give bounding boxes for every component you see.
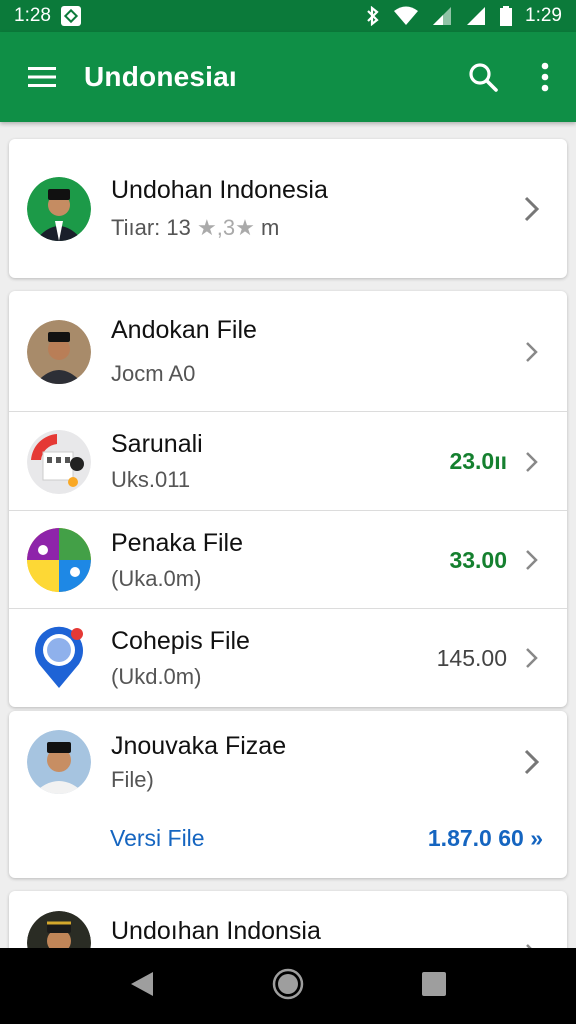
rating-stars: ★,3★ — [197, 215, 255, 240]
version-card[interactable]: Jnouvaka Fizae File) Versi File 1.87.0 6… — [9, 711, 567, 878]
avatar — [27, 730, 91, 794]
more-vert-icon — [541, 62, 549, 92]
avatar — [27, 319, 91, 384]
avatar — [27, 429, 91, 494]
list-item[interactable]: Andokan File Jocm A0 — [9, 291, 567, 412]
profile-meta-prefix: Tiıar: 13 — [111, 215, 191, 240]
menu-button[interactable] — [0, 32, 84, 122]
item-subtitle: Jocm A0 — [111, 361, 196, 386]
map-pin-icon — [27, 626, 91, 690]
avatar — [27, 528, 91, 592]
item-title: Sarunali — [111, 430, 203, 458]
chevron-right-icon — [517, 194, 547, 224]
item-title: Andokan File — [111, 316, 257, 344]
search-button[interactable] — [452, 32, 514, 122]
avatar — [27, 176, 91, 241]
item-amount: 23.0ıı — [449, 448, 507, 474]
hamburger-icon — [28, 67, 56, 87]
wifi-icon — [394, 6, 419, 25]
list-item[interactable]: Sarunali Uks.011 23.0ıı — [9, 412, 567, 511]
signal-icon — [433, 7, 452, 25]
bluetooth-icon — [367, 6, 379, 26]
chevron-right-icon — [517, 447, 547, 477]
status-bar: 1:28 1:29 — [0, 0, 576, 32]
page-title: Undonesiaı — [84, 61, 237, 92]
profile-meta-suffix: m — [260, 215, 280, 240]
navigation-bar — [0, 948, 576, 1024]
profile-card[interactable]: Undohan Indonesia Tiıar: 13 ★,3★ m — [9, 139, 567, 278]
chevron-right-icon — [517, 337, 547, 367]
item-title: Cohepis File — [111, 626, 250, 655]
list-item[interactable]: Penaka File (Uka.0m) 33.00 — [9, 511, 567, 609]
chevron-right-icon — [517, 545, 547, 575]
search-icon — [469, 63, 498, 92]
recents-button[interactable] — [421, 971, 447, 1002]
item-title: Penaka File — [111, 528, 244, 557]
version-link[interactable]: Versi File 1.87.0 60 » — [9, 813, 567, 863]
notification-icon — [60, 6, 81, 26]
status-time-left: 1:28 — [14, 5, 51, 26]
home-icon — [272, 968, 304, 999]
chevron-right-icon — [517, 747, 547, 777]
chevron-right-icon — [517, 643, 547, 673]
back-button[interactable] — [129, 970, 155, 1003]
item-subtitle: (Ukd.0m) — [111, 663, 202, 689]
battery-icon — [500, 6, 513, 26]
profile-name: Undohan Indonesia — [111, 176, 328, 204]
list-item[interactable]: Cohepis File (Ukd.0m) 145.00 — [9, 609, 567, 707]
home-button[interactable] — [272, 968, 304, 1005]
signal-icon-2 — [467, 7, 486, 25]
recents-icon — [422, 971, 447, 996]
app-bar: Undonesiaı — [0, 32, 576, 122]
version-link-value: 1.87.0 60 » — [427, 824, 543, 851]
profile-meta: Tiıar: 13 ★,3★ m — [111, 215, 517, 241]
item-title: Jnouvaka Fizae — [111, 731, 287, 760]
status-time-right: 1:29 — [525, 5, 562, 26]
item-subtitle: (Uka.0m) — [111, 565, 202, 591]
item-amount: 145.00 — [436, 644, 507, 671]
version-link-label: Versi File — [110, 824, 205, 851]
back-icon — [130, 971, 153, 996]
overflow-menu-button[interactable] — [514, 32, 576, 122]
files-card: Andokan File Jocm A0 Sarunali Uks.011 23… — [9, 291, 567, 707]
item-subtitle: File) — [111, 766, 154, 792]
item-title: Undoıhan Indonsia — [111, 917, 321, 945]
item-subtitle: Uks.011 — [111, 467, 191, 492]
item-amount: 33.00 — [449, 546, 507, 573]
